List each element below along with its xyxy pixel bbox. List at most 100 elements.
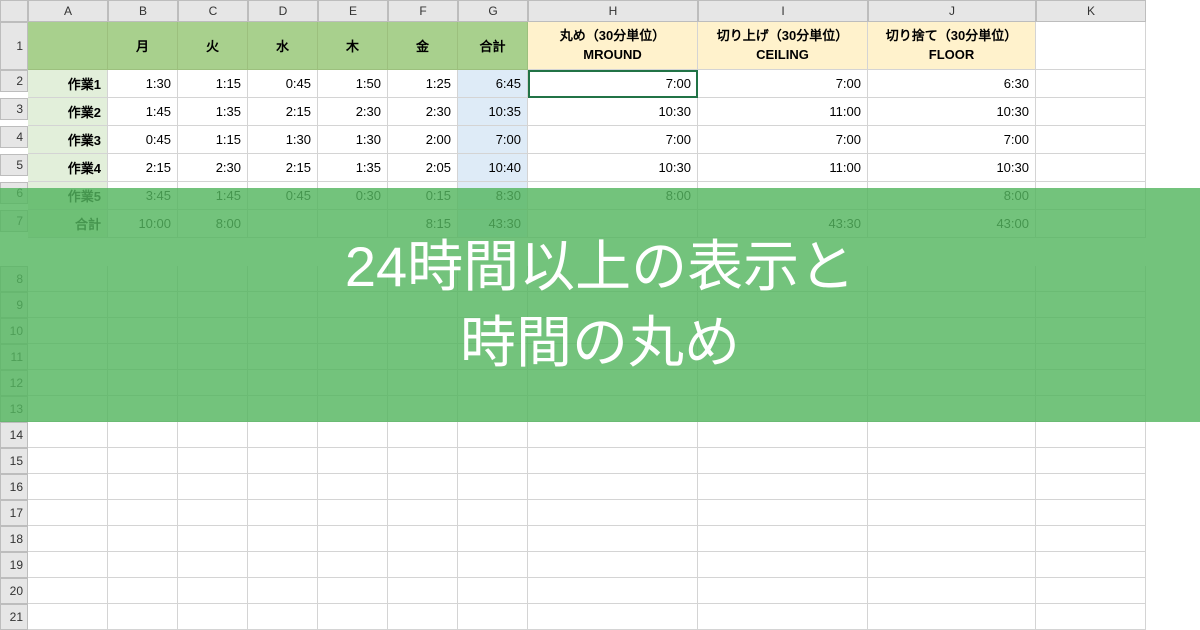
cell-H15[interactable] [528, 448, 698, 474]
cell-A21[interactable] [28, 604, 108, 630]
cell-G18[interactable] [458, 526, 528, 552]
col-header-D[interactable]: D [248, 0, 318, 22]
col-header-H[interactable]: H [528, 0, 698, 22]
header-ceiling[interactable]: 切り上げ（30分単位） CEILING [698, 22, 868, 70]
row-header-15[interactable]: 15 [0, 448, 28, 474]
cell-H16[interactable] [528, 474, 698, 500]
cell-J18[interactable] [868, 526, 1036, 552]
row-header-18[interactable]: 18 [0, 526, 28, 552]
cell-I2[interactable]: 7:00 [698, 70, 868, 98]
cell-A16[interactable] [28, 474, 108, 500]
cell-B19[interactable] [108, 552, 178, 578]
col-header-B[interactable]: B [108, 0, 178, 22]
cell-H4[interactable]: 7:00 [528, 126, 698, 154]
cell-E15[interactable] [318, 448, 388, 474]
cell-G17[interactable] [458, 500, 528, 526]
cell-G14[interactable] [458, 422, 528, 448]
cell-F5[interactable]: 2:05 [388, 154, 458, 182]
row-header-20[interactable]: 20 [0, 578, 28, 604]
cell-F20[interactable] [388, 578, 458, 604]
cell-D14[interactable] [248, 422, 318, 448]
cell-K15[interactable] [1036, 448, 1146, 474]
cell-A19[interactable] [28, 552, 108, 578]
cell-A14[interactable] [28, 422, 108, 448]
cell-J4[interactable]: 7:00 [868, 126, 1036, 154]
cell-E2[interactable]: 1:50 [318, 70, 388, 98]
cell-E14[interactable] [318, 422, 388, 448]
cell-J17[interactable] [868, 500, 1036, 526]
cell-D3[interactable]: 2:15 [248, 98, 318, 126]
cell-J19[interactable] [868, 552, 1036, 578]
row-header-5[interactable]: 5 [0, 154, 28, 176]
row-header-16[interactable]: 16 [0, 474, 28, 500]
cell-E3[interactable]: 2:30 [318, 98, 388, 126]
cell-G2[interactable]: 6:45 [458, 70, 528, 98]
cell-I21[interactable] [698, 604, 868, 630]
col-header-K[interactable]: K [1036, 0, 1146, 22]
cell-H20[interactable] [528, 578, 698, 604]
cell-A5[interactable]: 作業4 [28, 154, 108, 182]
cell-I3[interactable]: 11:00 [698, 98, 868, 126]
header-fri[interactable]: 金 [388, 22, 458, 70]
cell-D4[interactable]: 1:30 [248, 126, 318, 154]
cell-I18[interactable] [698, 526, 868, 552]
cell-E21[interactable] [318, 604, 388, 630]
cell-D15[interactable] [248, 448, 318, 474]
cell-D21[interactable] [248, 604, 318, 630]
header-floor[interactable]: 切り捨て（30分単位） FLOOR [868, 22, 1036, 70]
header-mround[interactable]: 丸め（30分単位） MROUND [528, 22, 698, 70]
select-all-corner[interactable] [0, 0, 28, 22]
cell-J14[interactable] [868, 422, 1036, 448]
cell-F15[interactable] [388, 448, 458, 474]
cell-J16[interactable] [868, 474, 1036, 500]
cell-K14[interactable] [1036, 422, 1146, 448]
cell-D17[interactable] [248, 500, 318, 526]
cell-C20[interactable] [178, 578, 248, 604]
cell-F4[interactable]: 2:00 [388, 126, 458, 154]
cell-K5[interactable] [1036, 154, 1146, 182]
cell-D2[interactable]: 0:45 [248, 70, 318, 98]
cell-D5[interactable]: 2:15 [248, 154, 318, 182]
cell-G16[interactable] [458, 474, 528, 500]
row-header-17[interactable]: 17 [0, 500, 28, 526]
row-header-19[interactable]: 19 [0, 552, 28, 578]
cell-A4[interactable]: 作業3 [28, 126, 108, 154]
col-header-C[interactable]: C [178, 0, 248, 22]
cell-E18[interactable] [318, 526, 388, 552]
cell-F3[interactable]: 2:30 [388, 98, 458, 126]
row-header-4[interactable]: 4 [0, 126, 28, 148]
cell-H17[interactable] [528, 500, 698, 526]
cell-B4[interactable]: 0:45 [108, 126, 178, 154]
cell-H3[interactable]: 10:30 [528, 98, 698, 126]
cell-J20[interactable] [868, 578, 1036, 604]
cell-F17[interactable] [388, 500, 458, 526]
cell-G21[interactable] [458, 604, 528, 630]
cell-I4[interactable]: 7:00 [698, 126, 868, 154]
cell-K3[interactable] [1036, 98, 1146, 126]
row-header-3[interactable]: 3 [0, 98, 28, 120]
cell-E20[interactable] [318, 578, 388, 604]
cell-I20[interactable] [698, 578, 868, 604]
cell-H14[interactable] [528, 422, 698, 448]
cell-B18[interactable] [108, 526, 178, 552]
cell-I5[interactable]: 11:00 [698, 154, 868, 182]
cell-B21[interactable] [108, 604, 178, 630]
cell-J3[interactable]: 10:30 [868, 98, 1036, 126]
cell-C16[interactable] [178, 474, 248, 500]
cell-H19[interactable] [528, 552, 698, 578]
cell-G4[interactable]: 7:00 [458, 126, 528, 154]
cell-G19[interactable] [458, 552, 528, 578]
cell-B3[interactable]: 1:45 [108, 98, 178, 126]
cell-D18[interactable] [248, 526, 318, 552]
cell-A18[interactable] [28, 526, 108, 552]
cell-C5[interactable]: 2:30 [178, 154, 248, 182]
cell-F16[interactable] [388, 474, 458, 500]
cell-D16[interactable] [248, 474, 318, 500]
col-header-G[interactable]: G [458, 0, 528, 22]
cell-E5[interactable]: 1:35 [318, 154, 388, 182]
cell-B5[interactable]: 2:15 [108, 154, 178, 182]
row-header-2[interactable]: 2 [0, 70, 28, 92]
cell-A17[interactable] [28, 500, 108, 526]
cell-A3[interactable]: 作業2 [28, 98, 108, 126]
col-header-A[interactable]: A [28, 0, 108, 22]
